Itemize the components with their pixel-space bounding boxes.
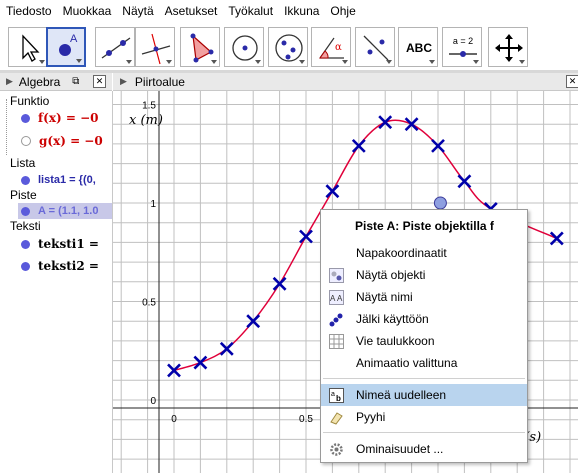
context-menu: Piste A: Piste objektilla f Napakoordina… [320, 209, 528, 463]
x-tick-label: 0 [171, 414, 177, 425]
slider-tool-label: a = 2 [453, 36, 473, 46]
eraser-icon [330, 412, 343, 425]
algebra-item-A-text: A = (1.1, 1.0 [38, 205, 99, 217]
menu-item-polar[interactable]: Napakoordinaatit [321, 242, 527, 264]
group-lista[interactable]: Lista [10, 156, 35, 170]
visibility-dot-icon[interactable] [21, 261, 30, 271]
y-tick-label: 1 [150, 199, 156, 210]
text-tool-label: ABC [406, 41, 432, 55]
algebra-item-f-text: f(x) = −0 [38, 111, 99, 125]
toolbar: A α ABC a = 2 [0, 24, 578, 70]
menu-bar: Tiedosto Muokkaa Näytä Asetukset Työkalu… [0, 0, 578, 22]
y-axis-label: x (m) [129, 113, 163, 128]
menu-item-show-label[interactable]: AA Näytä nimi [321, 286, 527, 308]
algebra-item-teksti2[interactable]: teksti2 = [0, 258, 99, 274]
context-menu-title: Piste A: Piste objektilla f [321, 215, 527, 237]
visibility-dot-icon[interactable] [21, 113, 30, 123]
perpendicular-tool-button[interactable] [135, 27, 175, 67]
reflect-tool-button[interactable] [355, 27, 395, 67]
menu-file[interactable]: Tiedosto [0, 4, 57, 18]
x-tick-label: 0.5 [299, 414, 313, 425]
algebra-item-f[interactable]: f(x) = −0 [0, 110, 99, 126]
context-menu-title-text: Piste A: Piste objektilla f [355, 219, 494, 233]
group-piste[interactable]: Piste [10, 188, 37, 202]
y-tick-label: 1.5 [142, 101, 156, 112]
menu-item-animation[interactable]: Animaatio valittuna [321, 352, 527, 374]
algebra-item-teksti1[interactable]: teksti1 = [0, 236, 99, 252]
algebra-item-A[interactable]: A = (1.1, 1.0 [18, 203, 112, 219]
show-object-icon [329, 268, 344, 283]
ellipse-tool-button[interactable] [268, 27, 308, 67]
svg-text:A: A [330, 294, 336, 303]
trace-icon [329, 313, 343, 327]
menu-item-delete[interactable]: Pyyhi [321, 406, 527, 428]
algebra-view: Funktio f(x) = −0 g(x) = −0 Lista lista1… [0, 91, 113, 473]
menu-item-properties[interactable]: Ominaisuudet ... [321, 438, 527, 460]
move-view-tool-button[interactable] [488, 27, 528, 67]
slider-tool-button[interactable]: a = 2 [442, 27, 482, 67]
point-tool-button[interactable]: A [46, 27, 86, 67]
algebra-title: Algebra [18, 74, 61, 89]
algebra-item-teksti2-text: teksti2 = [38, 259, 99, 273]
y-tick-label: 0 [150, 396, 156, 407]
algebra-item-lista1-text: lista1 = {(0, [38, 174, 96, 186]
collapse-icon[interactable]: ▶ [6, 76, 13, 87]
menu-item-spreadsheet[interactable]: Vie taulukkoon [321, 330, 527, 352]
svg-text:α: α [335, 42, 342, 53]
text-tool-button[interactable]: ABC [398, 27, 438, 67]
menu-item-trace[interactable]: Jälki käyttöön [321, 308, 527, 330]
gear-icon [330, 443, 343, 456]
menu-item-rename[interactable]: ab Nimeä uudelleen [321, 384, 527, 406]
svg-text:b: b [336, 394, 341, 403]
group-teksti[interactable]: Teksti [10, 219, 41, 233]
visibility-dot-icon[interactable] [21, 175, 30, 185]
close-algebra-button[interactable]: ✕ [93, 75, 106, 88]
collapse-graphics-icon[interactable]: ▶ [120, 76, 127, 87]
group-funktio[interactable]: Funktio [10, 94, 49, 108]
visibility-dot-icon[interactable] [21, 206, 30, 216]
graphics-header: ▶ Piirtoalue ✕ [113, 73, 578, 91]
menu-tools[interactable]: Työkalut [222, 4, 278, 18]
menu-edit[interactable]: Muokkaa [57, 4, 117, 18]
move-tool-button[interactable] [8, 27, 48, 67]
menu-view[interactable]: Näytä [116, 4, 158, 18]
algebra-item-g[interactable]: g(x) = −0 [0, 133, 103, 149]
polygon-tool-button[interactable] [180, 27, 220, 67]
svg-text:a: a [331, 391, 335, 398]
menu-options[interactable]: Asetukset [159, 4, 223, 18]
line-tool-button[interactable] [95, 27, 135, 67]
graphics-title: Piirtoalue [134, 74, 185, 89]
rename-icon: ab [329, 388, 344, 403]
menu-help[interactable]: Ohje [324, 4, 360, 18]
menu-item-show-object[interactable]: Näytä objekti [321, 264, 527, 286]
algebra-item-teksti1-text: teksti1 = [38, 237, 99, 251]
visibility-dot-icon[interactable] [21, 136, 31, 146]
point-A[interactable] [433, 196, 447, 210]
spreadsheet-icon [329, 334, 344, 349]
y-tick-label: 0.5 [142, 298, 156, 309]
close-graphics-button[interactable]: ✕ [566, 75, 578, 88]
circle-tool-button[interactable] [224, 27, 264, 67]
menu-window[interactable]: Ikkuna [278, 4, 324, 18]
show-label-icon: AA [329, 290, 344, 305]
visibility-dot-icon[interactable] [21, 239, 30, 249]
svg-text:A: A [70, 33, 78, 45]
angle-tool-button[interactable]: α [311, 27, 351, 67]
algebra-item-lista1[interactable]: lista1 = {(0, [0, 172, 96, 188]
algebra-header: ▶ Algebra ⧉ ✕ [0, 73, 112, 91]
svg-text:A: A [337, 294, 343, 303]
undock-icon[interactable]: ⧉ [72, 76, 79, 87]
algebra-item-g-text: g(x) = −0 [39, 134, 103, 148]
